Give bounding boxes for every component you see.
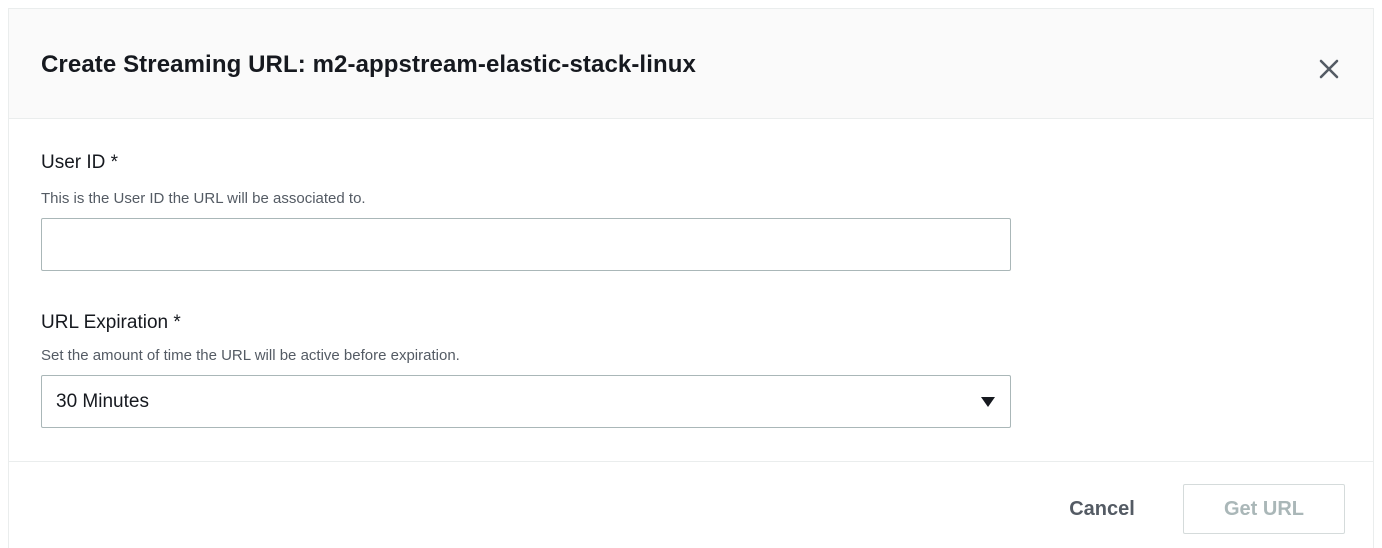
url-expiration-label: URL Expiration * [41,312,181,333]
create-streaming-url-modal: Create Streaming URL: m2-appstream-elast… [8,8,1374,548]
url-expiration-select[interactable]: 30 Minutes [41,375,1011,428]
user-id-label: User ID * [41,152,119,173]
url-expiration-description: Set the amount of time the URL will be a… [41,347,460,364]
caret-down-icon [980,394,996,410]
cancel-button[interactable]: Cancel [1047,484,1157,534]
footer-divider [9,461,1373,462]
close-icon [1319,59,1339,79]
modal-header: Create Streaming URL: m2-appstream-elast… [9,9,1373,119]
modal-title: Create Streaming URL: m2-appstream-elast… [41,51,696,78]
url-expiration-selected-value: 30 Minutes [56,390,149,412]
user-id-input[interactable] [41,218,1011,271]
user-id-description: This is the User ID the URL will be asso… [41,190,366,207]
close-button[interactable] [1309,51,1349,87]
get-url-button[interactable]: Get URL [1183,484,1345,534]
